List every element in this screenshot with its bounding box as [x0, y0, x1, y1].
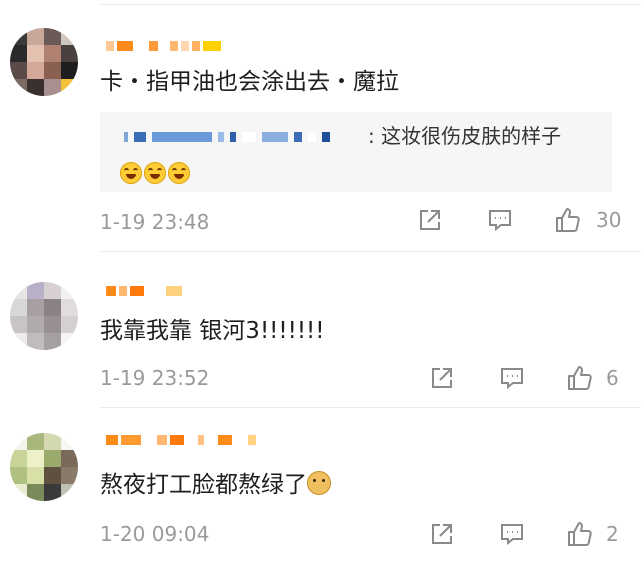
reply-text: : 这妆很伤皮肤的样子 [368, 124, 562, 148]
laugh-cry-icon [144, 162, 166, 184]
share-icon[interactable] [428, 364, 456, 392]
comment-text: 熬夜打工脸都熬绿了 [100, 470, 331, 500]
comment-reply-icon[interactable] [498, 364, 526, 392]
username-masked[interactable] [106, 432, 256, 448]
share-icon[interactable] [428, 520, 456, 548]
divider [100, 407, 641, 408]
divider [100, 4, 641, 5]
like-count: 30 [596, 208, 622, 232]
comment-text: 我靠我靠 银河3!!!!!!! [100, 318, 325, 344]
comment-reply-icon[interactable] [486, 206, 514, 234]
doge-icon [307, 471, 331, 495]
avatar[interactable] [10, 433, 78, 501]
comment-reply-icon[interactable] [498, 520, 526, 548]
comment-actions: 6 [0, 364, 641, 394]
username-masked[interactable] [106, 283, 182, 299]
share-icon[interactable] [416, 206, 444, 234]
like-count: 6 [606, 366, 619, 390]
like-icon[interactable] [554, 206, 582, 234]
avatar[interactable] [10, 28, 78, 96]
reply-emojis [120, 162, 190, 184]
comment-text: 卡・指甲油也会涂出去・魔拉 [100, 69, 399, 95]
reply-username-masked [124, 132, 330, 142]
comment-text-content: 熬夜打工脸都熬绿了 [100, 472, 307, 498]
laugh-cry-icon [120, 162, 142, 184]
comment-actions: 2 [0, 520, 641, 550]
username-masked[interactable] [106, 38, 221, 54]
reply-quote[interactable]: : 这妆很伤皮肤的样子 [100, 112, 612, 192]
like-icon[interactable] [566, 520, 594, 548]
like-count: 2 [606, 522, 619, 546]
like-icon[interactable] [566, 364, 594, 392]
avatar[interactable] [10, 282, 78, 350]
laugh-cry-icon [168, 162, 190, 184]
comment-actions: 30 [0, 206, 641, 236]
divider [100, 251, 641, 252]
